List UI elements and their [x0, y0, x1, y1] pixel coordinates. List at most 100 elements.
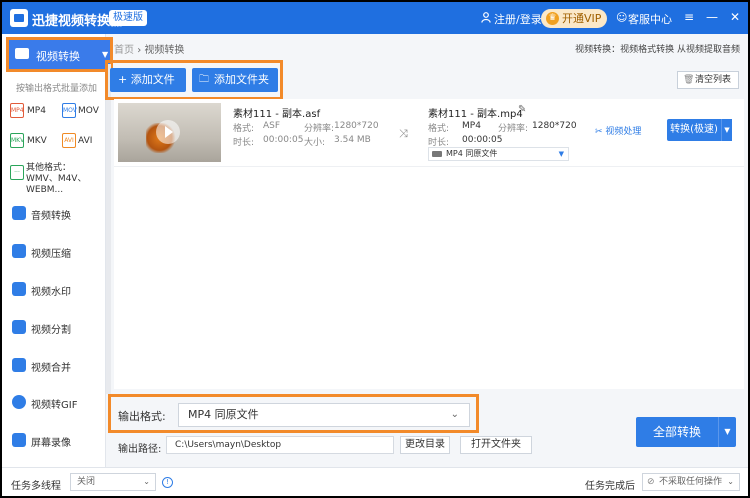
sidebar-item-video-split[interactable]: 视频分割	[2, 312, 106, 342]
close-icon[interactable]: ✕	[728, 10, 742, 24]
login-link[interactable]: 注册/登录	[494, 11, 542, 27]
video-process-link[interactable]: ✂ 视频处理	[595, 124, 641, 137]
sidebar-item-video-watermark[interactable]: 视频水印	[2, 274, 106, 304]
source-size: 3.54 MB	[334, 135, 371, 145]
format-other[interactable]: 其他格式：WMV、M4V、WEBM...	[26, 163, 100, 196]
breadcrumb: 首页 › 视频转换	[114, 41, 184, 56]
output-preset-select[interactable]: MP4 同原文件 ▼	[428, 147, 569, 161]
video-compress-icon	[12, 244, 26, 258]
output-path-field[interactable]: C:\Users\mayn\Desktop	[166, 436, 394, 454]
sidebar-item-label: 视频分割	[31, 325, 71, 336]
output-format-select[interactable]: MP4 同原文件 ⌄	[178, 403, 470, 427]
gif-icon	[12, 395, 26, 409]
sidebar: 视频转换 ▼ 按输出格式批量添加 MP4 MP4 MOV MOV MKV MKV…	[2, 34, 113, 467]
camera-icon	[432, 151, 442, 157]
page-subtitle: 视频转换：视频格式转换 从视频提取音频	[575, 45, 740, 55]
vip-button[interactable]: ♛ 开通VIP	[541, 9, 607, 28]
clear-list-label: 清空列表	[695, 75, 732, 85]
format-avi[interactable]: AVI	[78, 136, 92, 146]
no-action-icon: ⊘	[647, 477, 655, 487]
after-complete-select[interactable]: ⊘ 不采取任何操作 ⌄	[642, 473, 740, 491]
title-bar: 迅捷视频转换器 极速版 注册/登录 ♛ 开通VIP ☺ 客服中心 ≡ — ✕	[2, 2, 748, 34]
multithread-value: 关闭	[77, 477, 96, 487]
app-window: 迅捷视频转换器 极速版 注册/登录 ♛ 开通VIP ☺ 客服中心 ≡ — ✕ 视…	[2, 2, 748, 496]
open-folder-button[interactable]: 打开文件夹	[460, 436, 532, 454]
multithread-label: 任务多线程	[11, 481, 61, 492]
vip-label: 开通VIP	[562, 12, 602, 25]
screen-record-icon	[12, 433, 26, 447]
add-folder-button[interactable]: 🗀 添加文件夹	[192, 68, 278, 92]
after-complete-label: 任务完成后	[585, 481, 635, 492]
sidebar-item-label: 音频转换	[31, 211, 71, 222]
add-file-button[interactable]: + 添加文件	[110, 68, 186, 92]
video-process-label: 视频处理	[605, 127, 642, 137]
breadcrumb-home[interactable]: 首页	[114, 45, 134, 56]
info-icon[interactable]: !	[162, 477, 173, 488]
sidebar-item-audio-convert[interactable]: 音频转换	[2, 198, 106, 228]
sidebar-item-screen-record[interactable]: 屏幕录像	[2, 425, 106, 455]
after-complete-value: 不采取任何操作	[659, 477, 723, 487]
source-format: ASF	[263, 121, 281, 131]
video-thumbnail[interactable]	[118, 103, 221, 162]
convert-all-button[interactable]: 全部转换	[636, 417, 718, 447]
target-file-name: 素材111 - 副本.mp4	[428, 109, 523, 120]
scissors-icon: ✂	[595, 127, 603, 137]
other-formats-icon: ···	[10, 165, 24, 180]
add-folder-label: 添加文件夹	[214, 73, 269, 86]
clear-list-button[interactable]: 🗑 清空列表	[677, 71, 739, 89]
minimize-icon[interactable]: —	[705, 10, 719, 24]
source-format-label: 格式:	[233, 124, 255, 134]
sidebar-item-video-to-gif[interactable]: 视频转GIF	[2, 387, 106, 417]
source-duration: 00:00:05	[263, 135, 304, 145]
sidebar-item-label: 视频水印	[31, 287, 71, 298]
service-center-link[interactable]: 客服中心	[628, 11, 672, 27]
user-icon	[481, 12, 491, 23]
sidebar-item-label: 视频转GIF	[31, 400, 78, 411]
chevron-down-icon: ⌄	[727, 477, 734, 486]
sidebar-item-label: 视频压缩	[31, 249, 71, 260]
target-format-label: 格式:	[428, 124, 450, 134]
video-split-icon	[12, 320, 26, 334]
sidebar-item-video-compress[interactable]: 视频压缩	[2, 236, 106, 266]
sidebar-item-video-convert[interactable]: 视频转换 ▼	[6, 37, 113, 72]
sidebar-item-label: 视频合并	[31, 363, 71, 374]
sidebar-item-video-merge[interactable]: 视频合并	[2, 350, 106, 380]
menu-icon[interactable]: ≡	[682, 10, 696, 24]
target-resolution: 1280*720	[532, 121, 577, 131]
edit-name-icon[interactable]: ✎	[518, 104, 526, 115]
target-duration: 00:00:05	[462, 135, 503, 145]
breadcrumb-current: 视频转换	[144, 45, 185, 56]
mov-icon: MOV	[62, 103, 77, 118]
mp4-icon: MP4	[10, 103, 24, 118]
convert-arrow-icon: ⤨	[399, 127, 408, 140]
breadcrumb-separator: ›	[137, 45, 142, 56]
source-size-label: 大小:	[304, 138, 326, 148]
chevron-down-icon: ▼	[558, 150, 564, 158]
file-list: 素材111 - 副本.asf 格式: ASF 分辨率: 1280*720 时长:…	[114, 99, 744, 389]
crown-icon: ♛	[546, 12, 559, 25]
app-logo-icon	[10, 9, 28, 27]
chevron-down-icon[interactable]: ▼	[102, 50, 108, 59]
change-directory-button[interactable]: 更改目录	[400, 436, 450, 454]
format-mkv[interactable]: MKV	[27, 136, 47, 146]
source-duration-label: 时长:	[233, 138, 255, 148]
sidebar-scrollbar[interactable]	[106, 64, 111, 394]
convert-button[interactable]: 转换(极速)	[667, 119, 721, 141]
audio-convert-icon	[12, 206, 26, 220]
video-convert-icon	[15, 48, 29, 59]
video-merge-icon	[12, 358, 26, 372]
play-icon[interactable]	[156, 120, 180, 144]
status-bar: 任务多线程 关闭 ⌄ ! 任务完成后 ⊘ 不采取任何操作 ⌄	[2, 467, 748, 496]
multithread-select[interactable]: 关闭 ⌄	[70, 473, 156, 491]
avi-icon: AVI	[62, 133, 76, 148]
output-path-label: 输出路径:	[118, 444, 162, 455]
trash-icon: 🗑	[683, 75, 695, 85]
sidebar-item-label: 屏幕录像	[31, 438, 71, 449]
chevron-down-icon: ⌄	[143, 477, 150, 486]
convert-all-dropdown-button[interactable]: ▼	[718, 417, 736, 447]
format-mp4[interactable]: MP4	[27, 106, 46, 116]
sidebar-item-label: 视频转换	[36, 50, 80, 63]
batch-tip: 按输出格式批量添加	[16, 84, 98, 94]
convert-dropdown-button[interactable]: ▼	[721, 119, 732, 141]
format-mov[interactable]: MOV	[78, 106, 99, 116]
